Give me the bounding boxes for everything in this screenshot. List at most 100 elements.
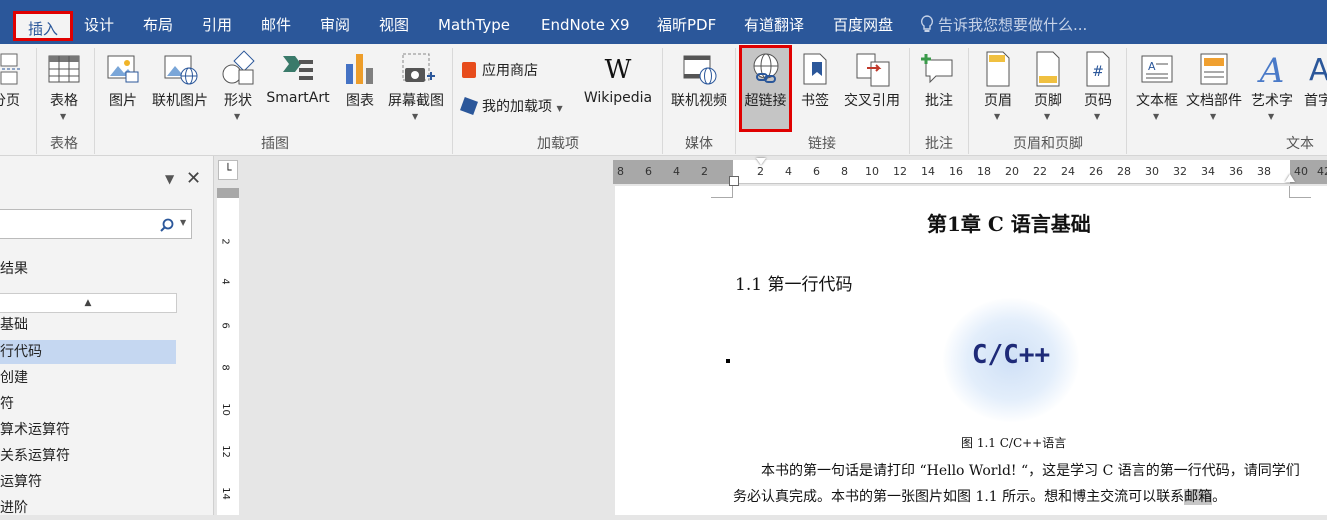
- group-label-addins: 加载项: [537, 136, 579, 152]
- nav-heading-item-selected[interactable]: 行代码: [0, 340, 176, 364]
- quick-parts-icon: [1200, 53, 1228, 85]
- header-icon: [986, 51, 1010, 87]
- wordart-button[interactable]: A 艺术字 ▼: [1246, 44, 1298, 134]
- nav-heading-item[interactable]: 基础: [0, 313, 176, 337]
- left-indent-marker[interactable]: [729, 176, 739, 186]
- lightbulb-icon: [920, 15, 934, 32]
- addins-icon: [460, 97, 478, 115]
- tab-insert[interactable]: 插入: [13, 11, 74, 41]
- bookmark-button[interactable]: 书签: [794, 44, 836, 134]
- svg-text:W: W: [605, 55, 632, 85]
- ruler-number: 2: [219, 238, 231, 245]
- online-video-button[interactable]: 联机视频: [666, 44, 732, 134]
- selected-text[interactable]: 邮箱: [1184, 489, 1213, 505]
- pictures-button[interactable]: 图片: [100, 44, 146, 134]
- pane-options-icon[interactable]: ▼: [165, 172, 174, 186]
- page-break-button[interactable]: 分页: [0, 44, 26, 134]
- footer-button[interactable]: 页脚 ▼: [1024, 44, 1072, 134]
- drop-cap-icon: A: [1309, 53, 1327, 88]
- nav-heading-item[interactable]: 关系运算符: [0, 444, 176, 468]
- svg-text:#: #: [1092, 64, 1104, 80]
- group-label-media: 媒体: [685, 136, 713, 152]
- c-cpp-logo-image[interactable]: C/C++: [943, 298, 1079, 422]
- tab-references[interactable]: 引用: [202, 0, 232, 44]
- online-pictures-button[interactable]: 联机图片: [148, 44, 212, 134]
- shapes-button[interactable]: 形状 ▼: [216, 44, 260, 134]
- quick-parts-button[interactable]: 文档部件 ▼: [1184, 44, 1244, 134]
- chevron-down-icon: ▼: [1210, 112, 1217, 121]
- shapes-icon: [222, 50, 255, 85]
- nav-heading-item[interactable]: 创建: [0, 366, 176, 390]
- wikipedia-button[interactable]: W Wikipedia: [578, 44, 658, 134]
- horizontal-ruler: 8 6 4 2 2 4 6 8 10 12 14 16 18 20 22 24 …: [613, 158, 1327, 186]
- group-label-illustrations: 插图: [261, 136, 289, 152]
- camera-icon: [402, 53, 435, 82]
- online-picture-icon: [164, 55, 198, 85]
- first-line-indent-marker[interactable]: [756, 158, 766, 165]
- body-paragraph-line-2[interactable]: 务必认真完成。本书的第一张图片如图 1.1 所示。想和博主交流可以联系邮箱。: [733, 486, 1226, 506]
- ruler-number: 4: [219, 278, 231, 285]
- collapse-all-button[interactable]: ▲: [0, 293, 177, 313]
- smartart-button[interactable]: SmartArt: [262, 44, 334, 134]
- tab-baidu-netdisk[interactable]: 百度网盘: [833, 0, 893, 44]
- new-comment-button[interactable]: 批注: [914, 44, 964, 134]
- chevron-down-icon[interactable]: ▼: [180, 218, 186, 227]
- chevron-down-icon: ▼: [1044, 112, 1051, 121]
- tab-mathtype[interactable]: MathType: [438, 0, 510, 44]
- nav-heading-item[interactable]: 算术运算符: [0, 418, 176, 442]
- tab-layout[interactable]: 布局: [143, 0, 173, 44]
- tab-view[interactable]: 视图: [379, 0, 409, 44]
- tab-youdao-translate[interactable]: 有道翻译: [744, 0, 804, 44]
- section-title[interactable]: 1.1 第一行代码: [735, 270, 852, 295]
- screenshot-button[interactable]: 屏幕截图 ▼: [384, 44, 448, 134]
- tab-foxit-pdf[interactable]: 福昕PDF: [657, 0, 716, 44]
- chapter-title[interactable]: 第1章 C 语言基础: [927, 208, 1091, 237]
- my-addins-button[interactable]: 我的加载项 ▼: [460, 96, 563, 116]
- tab-mailings[interactable]: 邮件: [261, 0, 291, 44]
- results-tab[interactable]: 结果: [0, 258, 28, 278]
- svg-text:A: A: [1309, 53, 1327, 88]
- chart-button[interactable]: 图表: [338, 44, 382, 134]
- header-button[interactable]: 页眉 ▼: [974, 44, 1022, 134]
- cross-reference-button[interactable]: 交叉引用: [838, 44, 906, 134]
- hyperlink-button[interactable]: 超链接: [739, 44, 792, 134]
- page-number-button[interactable]: # 页码 ▼: [1074, 44, 1122, 134]
- tell-me-search[interactable]: 告诉我您想要做什么...: [920, 0, 1087, 44]
- store-button[interactable]: 应用商店: [462, 60, 538, 80]
- vertical-ruler: └ 2 4 6 8 10 12 14: [214, 156, 244, 515]
- close-icon[interactable]: ✕: [186, 168, 201, 189]
- nav-heading-item[interactable]: 进阶: [0, 496, 176, 520]
- text-box-icon: A: [1141, 55, 1173, 83]
- tab-endnote[interactable]: EndNote X9: [541, 0, 630, 44]
- nav-heading-item[interactable]: 符: [0, 392, 176, 416]
- tab-design[interactable]: 设计: [84, 0, 114, 44]
- chevron-down-icon: ▼: [1153, 112, 1160, 121]
- chevron-down-icon: ▼: [60, 112, 67, 121]
- right-indent-marker[interactable]: [1285, 174, 1295, 182]
- tab-selector-button[interactable]: └: [218, 160, 238, 180]
- ruler-number: 10: [219, 403, 231, 416]
- chart-icon: [346, 54, 373, 84]
- bullet-mark: [726, 359, 730, 363]
- group-label-links: 链接: [808, 136, 836, 152]
- smartart-icon: [283, 56, 313, 80]
- page-break-icon: [0, 53, 21, 85]
- chevron-down-icon: ▼: [234, 112, 241, 121]
- table-icon: [48, 55, 80, 83]
- nav-heading-item[interactable]: 运算符: [0, 470, 176, 494]
- body-paragraph-line-1[interactable]: 本书的第一句话是请打印 “Hello World! “，这是学习 C 语言的第一…: [761, 460, 1300, 480]
- tab-review[interactable]: 审阅: [320, 0, 350, 44]
- group-label-text: 文本: [1286, 136, 1314, 152]
- group-label-comments: 批注: [925, 136, 953, 152]
- chevron-down-icon: ▼: [1268, 112, 1275, 121]
- search-input[interactable]: ▼: [0, 209, 192, 239]
- page-number-icon: #: [1086, 51, 1110, 87]
- footer-icon: [1036, 51, 1060, 87]
- figure-caption[interactable]: 图 1.1 C/C++语言: [961, 434, 1066, 451]
- svg-text:A: A: [1257, 51, 1285, 88]
- text-box-button[interactable]: A 文本框 ▼: [1130, 44, 1184, 134]
- document-page[interactable]: 第1章 C 语言基础 1.1 第一行代码 C/C++ 图 1.1 C/C++语言…: [615, 186, 1327, 515]
- drop-cap-button[interactable]: A 首字: [1298, 44, 1327, 134]
- logo-text: C/C++: [971, 340, 1051, 370]
- table-button[interactable]: 表格 ▼: [40, 44, 88, 134]
